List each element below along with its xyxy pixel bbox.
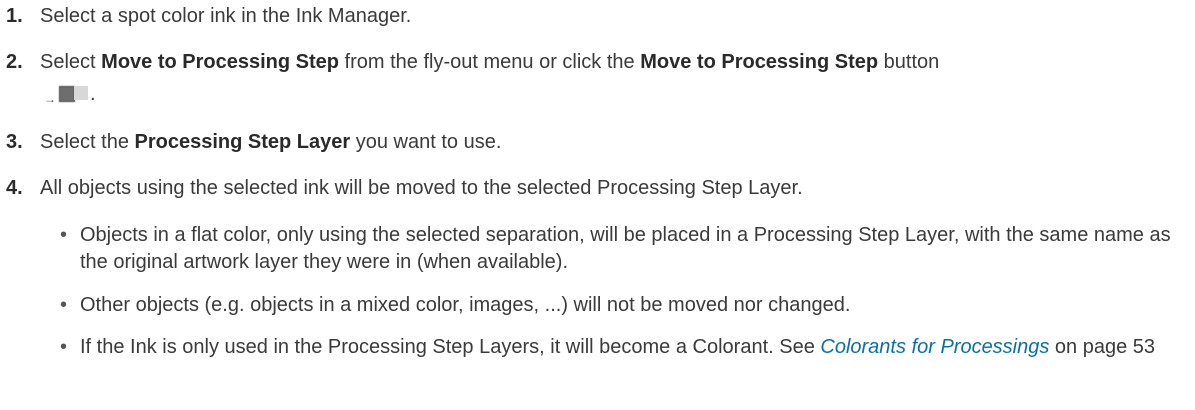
step-4: 4. All objects using the selected ink wi…: [0, 174, 1185, 202]
instructions-page: 1. Select a spot color ink in the Ink Ma…: [0, 0, 1195, 410]
bullet-item: • Other objects (e.g. objects in a mixed…: [60, 292, 1185, 319]
bullet-icon: •: [60, 224, 68, 246]
step-number: 2.: [6, 51, 23, 73]
step-text: All objects using the selected ink will …: [40, 177, 803, 199]
step-number: 3.: [6, 131, 23, 153]
step-number: 1.: [6, 5, 23, 27]
bullet-icon: •: [60, 336, 68, 358]
bold-term: Move to Processing Step: [640, 51, 879, 73]
step-1: 1. Select a spot color ink in the Ink Ma…: [0, 2, 1185, 30]
bold-term: Move to Processing Step: [101, 51, 339, 73]
bullet-item: • If the Ink is only used in the Process…: [60, 334, 1185, 361]
step-3: 3. Select the Processing Step Layer you …: [0, 128, 1185, 156]
colorants-link[interactable]: Colorants for Processings: [820, 336, 1049, 358]
step-text: Select Move to Processing Step from the …: [40, 51, 940, 73]
step-text: Select a spot color ink in the Ink Manag…: [40, 5, 412, 27]
step-2-icon-line: → .: [40, 80, 96, 108]
bullet-text: If the Ink is only used in the Processin…: [80, 336, 1156, 358]
bullet-item: • Objects in a flat color, only using th…: [60, 222, 1185, 276]
step-number: 4.: [6, 177, 23, 199]
bullet-icon: •: [60, 294, 68, 316]
bold-term: Processing Step Layer: [134, 131, 351, 153]
bullet-text: Other objects (e.g. objects in a mixed c…: [80, 294, 851, 316]
bullet-text: Objects in a flat color, only using the …: [80, 224, 1171, 273]
move-to-processing-step-icon: →: [40, 82, 90, 108]
step-2: 2. Select Move to Processing Step from t…: [0, 48, 1185, 76]
step-text: Select the Processing Step Layer you wan…: [40, 131, 502, 153]
